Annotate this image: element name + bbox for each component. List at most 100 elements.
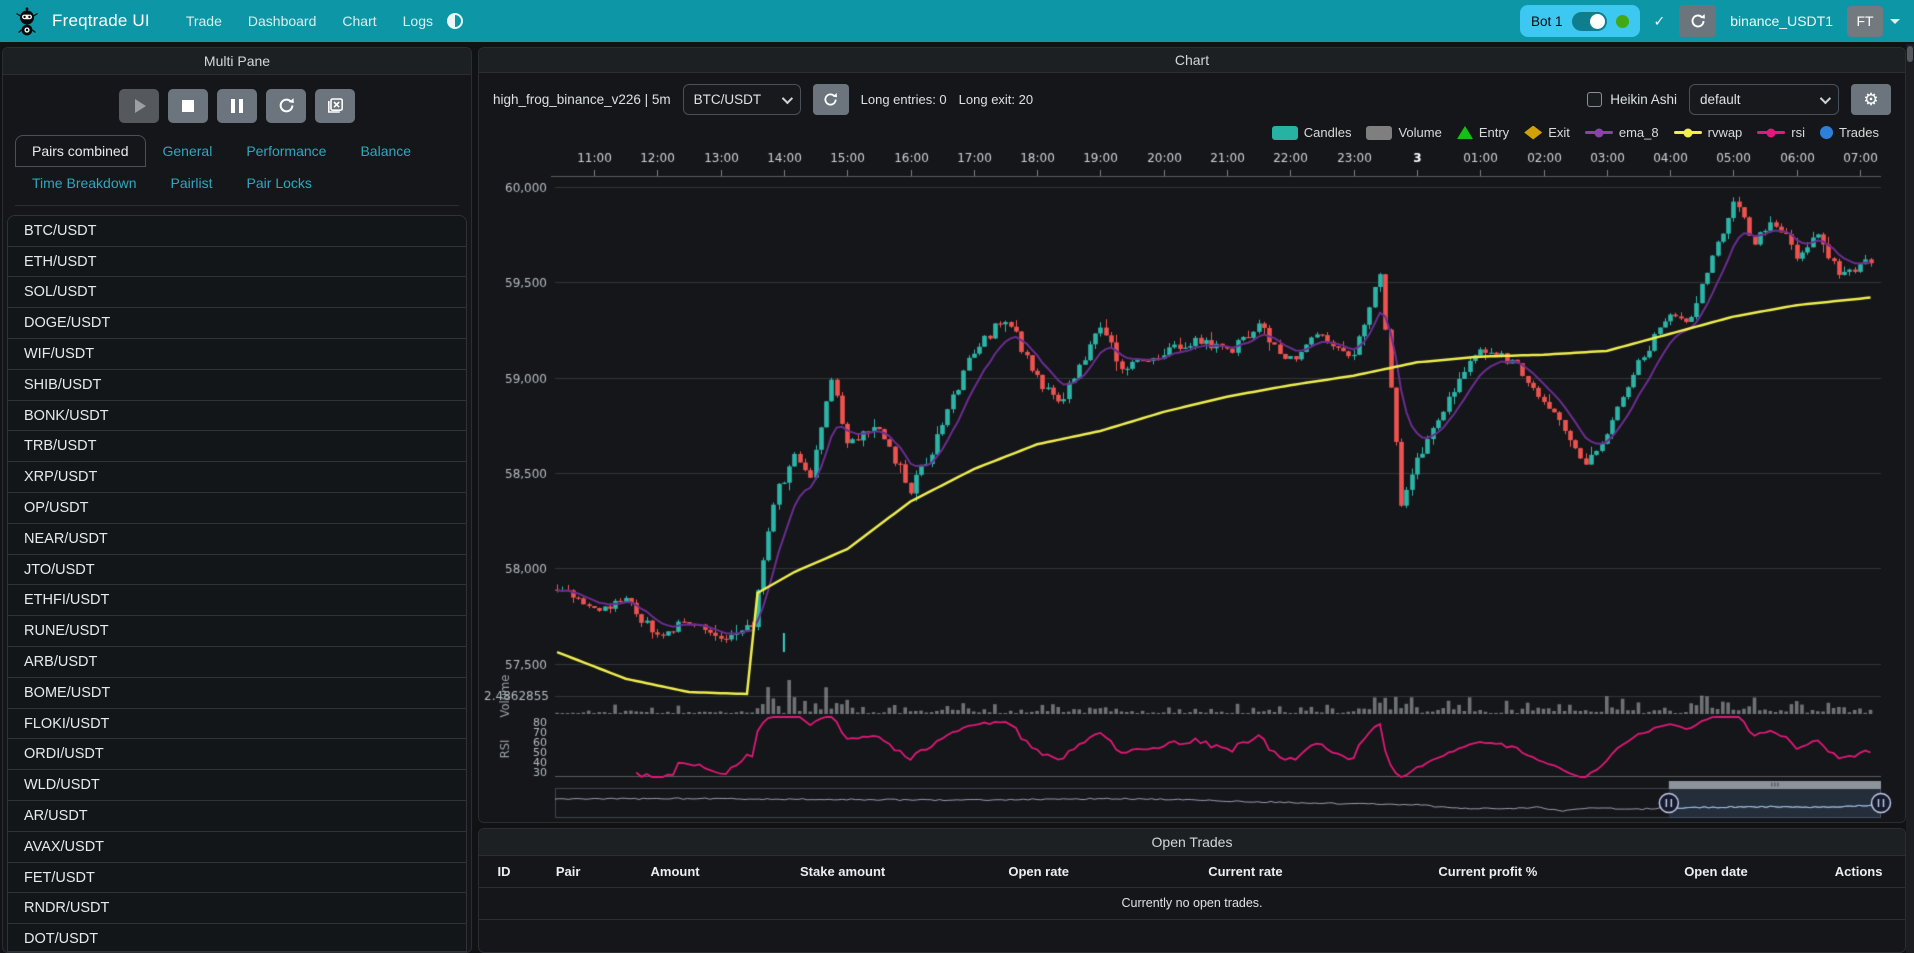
plot-config-value: default bbox=[1700, 92, 1741, 107]
col-header-current-rate[interactable]: Current rate bbox=[1135, 856, 1356, 888]
legend-label: Candles bbox=[1304, 125, 1352, 140]
tab-pair-locks[interactable]: Pair Locks bbox=[230, 167, 329, 199]
pair-row-ethfi-usdt[interactable]: ETHFI/USDT bbox=[8, 585, 466, 616]
pair-row-rune-usdt[interactable]: RUNE/USDT bbox=[8, 616, 466, 647]
pair-row-wld-usdt[interactable]: WLD/USDT bbox=[8, 770, 466, 801]
right-column: Chart high_frog_binance_v226 | 5m BTC/US… bbox=[478, 47, 1906, 953]
legend-item-rvwap[interactable]: rvwap bbox=[1674, 125, 1743, 140]
play-button[interactable] bbox=[119, 89, 159, 123]
pair-row-wif-usdt[interactable]: WIF/USDT bbox=[8, 339, 466, 370]
pair-select[interactable]: BTC/USDT bbox=[683, 84, 801, 115]
col-header-open-rate[interactable]: Open rate bbox=[942, 856, 1135, 888]
pair-row-bonk-usdt[interactable]: BONK/USDT bbox=[8, 401, 466, 432]
user-menu[interactable]: FT bbox=[1847, 6, 1900, 37]
tab-pairlist[interactable]: Pairlist bbox=[154, 167, 230, 199]
no-trades-message: Currently no open trades. bbox=[479, 888, 1905, 920]
tab-general[interactable]: General bbox=[146, 135, 230, 167]
pair-row-jto-usdt[interactable]: JTO/USDT bbox=[8, 555, 466, 586]
pause-button[interactable] bbox=[217, 89, 257, 123]
multi-pane-title: Multi Pane bbox=[3, 48, 471, 75]
pair-row-eth-usdt[interactable]: ETH/USDT bbox=[8, 247, 466, 278]
col-header-stake-amount[interactable]: Stake amount bbox=[743, 856, 943, 888]
reload-config-button[interactable] bbox=[266, 89, 306, 123]
tabs-row-2: Time BreakdownPairlistPair Locks bbox=[15, 167, 459, 199]
trades-header-row: IDPairAmountStake amountOpen rateCurrent… bbox=[479, 856, 1905, 888]
pair-row-rndr-usdt[interactable]: RNDR/USDT bbox=[8, 893, 466, 924]
price-chart-canvas[interactable] bbox=[479, 144, 1905, 822]
plot-settings-button[interactable]: ⚙ bbox=[1851, 84, 1891, 115]
legend-label: rsi bbox=[1791, 125, 1805, 140]
legend-item-exit[interactable]: Exit bbox=[1524, 125, 1570, 140]
heikin-ashi-label: Heikin Ashi bbox=[1610, 92, 1677, 107]
rect-marker-icon bbox=[1272, 126, 1298, 140]
tab-balance[interactable]: Balance bbox=[343, 135, 428, 167]
legend-item-trades[interactable]: Trades bbox=[1820, 125, 1879, 140]
app-title[interactable]: Freqtrade UI bbox=[52, 11, 150, 31]
tabs-row-1: Pairs combinedGeneralPerformanceBalance bbox=[15, 135, 459, 167]
avatar[interactable]: FT bbox=[1847, 6, 1883, 37]
plot-config-select[interactable]: default bbox=[1689, 84, 1839, 115]
pair-row-doge-usdt[interactable]: DOGE/USDT bbox=[8, 308, 466, 339]
open-trades-title: Open Trades bbox=[479, 829, 1905, 856]
legend-item-candles[interactable]: Candles bbox=[1272, 125, 1352, 140]
pair-row-avax-usdt[interactable]: AVAX/USDT bbox=[8, 832, 466, 863]
rect-marker-icon bbox=[1366, 126, 1392, 140]
theme-toggle-icon[interactable] bbox=[447, 13, 463, 29]
nav-item-chart[interactable]: Chart bbox=[342, 13, 376, 29]
legend-item-entry[interactable]: Entry bbox=[1457, 125, 1509, 140]
scrollbar-thumb[interactable] bbox=[1907, 46, 1913, 62]
nav-item-logs[interactable]: Logs bbox=[403, 13, 433, 29]
chart-remove-icon bbox=[327, 97, 344, 114]
bot-toggle-knob bbox=[1590, 14, 1605, 29]
pair-row-ordi-usdt[interactable]: ORDI/USDT bbox=[8, 739, 466, 770]
pair-row-op-usdt[interactable]: OP/USDT bbox=[8, 493, 466, 524]
line-marker-icon bbox=[1674, 131, 1702, 134]
pair-row-near-usdt[interactable]: NEAR/USDT bbox=[8, 524, 466, 555]
pair-row-ar-usdt[interactable]: AR/USDT bbox=[8, 801, 466, 832]
legend-item-volume[interactable]: Volume bbox=[1366, 125, 1441, 140]
clear-chart-button[interactable] bbox=[315, 89, 355, 123]
pair-row-btc-usdt[interactable]: BTC/USDT bbox=[8, 216, 466, 247]
tab-pairs-combined[interactable]: Pairs combined bbox=[15, 135, 146, 167]
pair-row-fet-usdt[interactable]: FET/USDT bbox=[8, 863, 466, 894]
pair-row-shib-usdt[interactable]: SHIB/USDT bbox=[8, 370, 466, 401]
nav-item-trade[interactable]: Trade bbox=[186, 13, 222, 29]
legend-item-ema-8[interactable]: ema_8 bbox=[1585, 125, 1659, 140]
bot-controls bbox=[3, 75, 471, 135]
exchange-login-label: binance_USDT1 bbox=[1730, 13, 1833, 29]
col-header-id[interactable]: ID bbox=[479, 856, 529, 888]
pair-row-arb-usdt[interactable]: ARB/USDT bbox=[8, 647, 466, 678]
col-header-amount[interactable]: Amount bbox=[607, 856, 742, 888]
reload-bot-button[interactable] bbox=[1679, 5, 1716, 37]
gear-icon: ⚙ bbox=[1863, 91, 1878, 108]
nav-menu: Trade Dashboard Chart Logs bbox=[186, 13, 433, 29]
refresh-chart-button[interactable] bbox=[813, 84, 849, 115]
bot-selector[interactable]: Bot 1 bbox=[1520, 5, 1640, 37]
legend-label: Entry bbox=[1479, 125, 1509, 140]
tab-performance[interactable]: Performance bbox=[229, 135, 343, 167]
heikin-ashi-checkbox[interactable] bbox=[1587, 92, 1602, 107]
freqtrade-robot-icon bbox=[14, 7, 40, 36]
pair-row-bome-usdt[interactable]: BOME/USDT bbox=[8, 678, 466, 709]
pair-row-xrp-usdt[interactable]: XRP/USDT bbox=[8, 462, 466, 493]
col-header-open-date[interactable]: Open date bbox=[1620, 856, 1813, 888]
legend-item-rsi[interactable]: rsi bbox=[1757, 125, 1805, 140]
line-marker-icon bbox=[1585, 131, 1613, 134]
stop-button[interactable] bbox=[168, 89, 208, 123]
pair-row-dot-usdt[interactable]: DOT/USDT bbox=[8, 924, 466, 952]
page-scrollbar[interactable] bbox=[1906, 44, 1914, 953]
pair-row-sol-usdt[interactable]: SOL/USDT bbox=[8, 277, 466, 308]
chart-panel: Chart high_frog_binance_v226 | 5m BTC/US… bbox=[478, 47, 1906, 823]
col-header-pair[interactable]: Pair bbox=[529, 856, 607, 888]
col-header-current-profit[interactable]: Current profit % bbox=[1356, 856, 1620, 888]
bot-toggle[interactable] bbox=[1572, 12, 1607, 31]
long-entries-label: Long entries: 0 bbox=[861, 92, 947, 107]
legend-label: Exit bbox=[1548, 125, 1570, 140]
check-icon: ✓ bbox=[1654, 13, 1666, 30]
pair-row-floki-usdt[interactable]: FLOKI/USDT bbox=[8, 709, 466, 740]
nav-item-dashboard[interactable]: Dashboard bbox=[248, 13, 317, 29]
chevron-down-icon bbox=[1890, 19, 1900, 24]
pair-row-trb-usdt[interactable]: TRB/USDT bbox=[8, 431, 466, 462]
col-header-actions[interactable]: Actions bbox=[1812, 856, 1905, 888]
tab-time-breakdown[interactable]: Time Breakdown bbox=[15, 167, 154, 199]
